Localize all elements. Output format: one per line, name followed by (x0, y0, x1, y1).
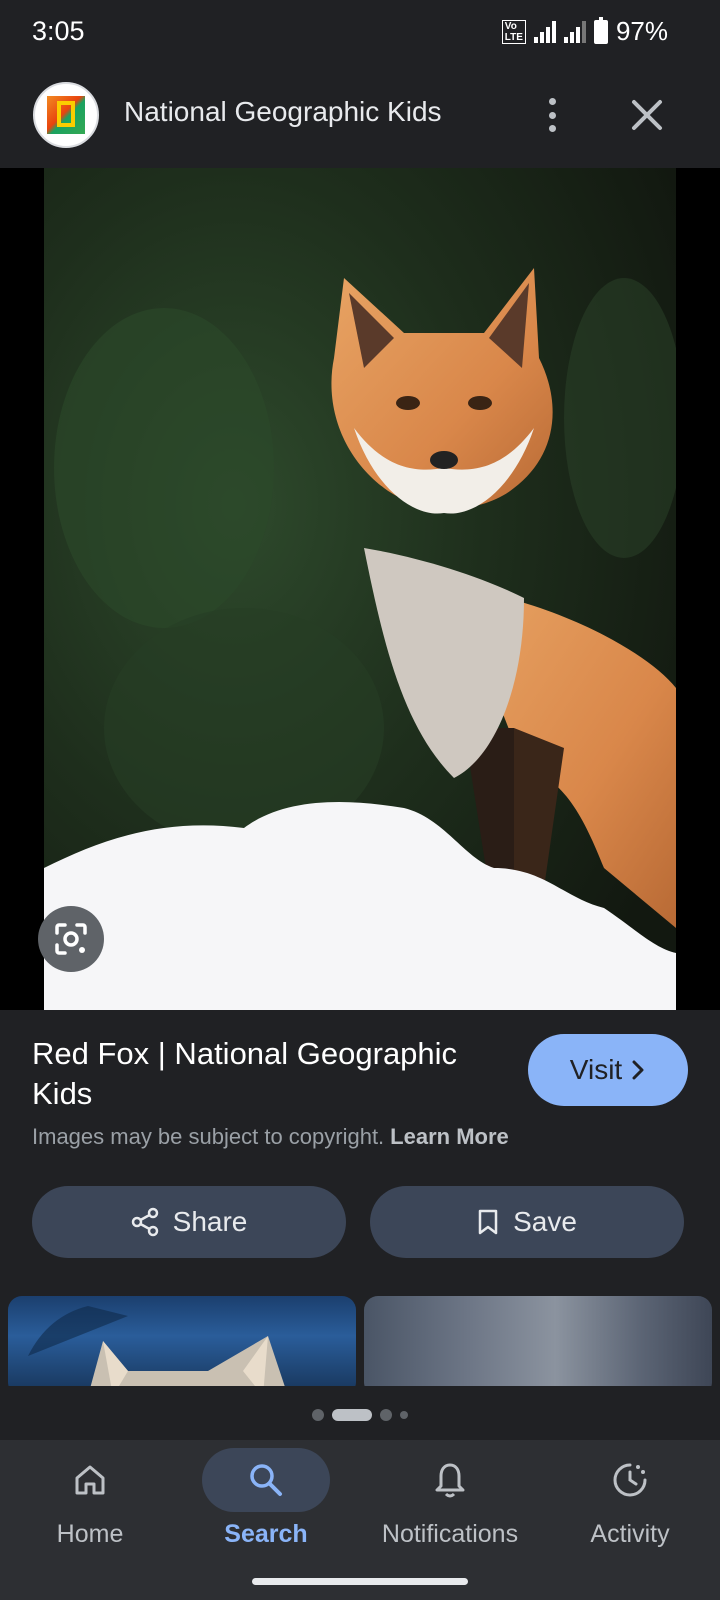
copyright-text: Images may be subject to copyright. (32, 1124, 385, 1149)
share-icon (131, 1207, 158, 1237)
home-icon (75, 1465, 105, 1495)
bookmark-icon (478, 1209, 498, 1235)
related-image[interactable] (8, 1296, 356, 1386)
nav-home[interactable]: Home (0, 1440, 180, 1570)
nav-activity-label: Activity (590, 1520, 670, 1548)
home-indicator (252, 1578, 468, 1585)
page-dot (312, 1409, 324, 1421)
more-vert-icon[interactable] (536, 94, 568, 136)
nav-search[interactable]: Search (176, 1440, 356, 1570)
nav-home-label: Home (56, 1520, 124, 1548)
nav-search-label: Search (224, 1520, 308, 1548)
result-title[interactable]: Red Fox | National Geographic Kids (32, 1034, 502, 1114)
copyright-notice: Images may be subject to copyright. Learn… (32, 1124, 509, 1150)
bottom-navigation: Home Search Notifications Activity (0, 1440, 720, 1600)
share-button[interactable]: Share (32, 1186, 346, 1258)
battery-icon (593, 16, 608, 44)
bell-icon (435, 1463, 465, 1498)
nav-notifications-label: Notifications (381, 1520, 519, 1548)
site-name[interactable]: National Geographic Kids (124, 96, 442, 128)
image-viewer[interactable] (0, 168, 720, 1010)
battery-level: 97% (615, 16, 668, 46)
visit-button[interactable]: Visit (528, 1034, 688, 1106)
related-image[interactable] (364, 1296, 712, 1386)
visit-label: Visit (569, 1054, 623, 1085)
save-button[interactable]: Save (370, 1186, 684, 1258)
status-time: 3:05 (32, 16, 85, 46)
volte-icon: Vo LTE (501, 19, 526, 44)
natgeo-frame-icon (57, 101, 75, 127)
search-icon (250, 1464, 282, 1496)
status-icons: Vo LTE 97% (501, 16, 668, 47)
pagination-dots (0, 1400, 720, 1430)
related-images (0, 1296, 720, 1386)
google-lens-icon[interactable] (38, 906, 104, 972)
nav-activity[interactable]: Activity (540, 1440, 720, 1570)
status-bar: 3:05 Vo LTE 97% (0, 0, 720, 66)
signal-2-icon (563, 20, 586, 43)
page-dot (400, 1411, 408, 1419)
signal-icon (533, 20, 556, 43)
save-label: Save (513, 1206, 577, 1237)
red-fox-photo (44, 168, 676, 1010)
activity-icon (613, 1463, 647, 1497)
viewer-header: National Geographic Kids (0, 66, 720, 168)
nav-notifications[interactable]: Notifications (360, 1440, 540, 1570)
chevron-right-icon (632, 1060, 644, 1080)
site-logo[interactable] (33, 82, 99, 148)
share-label: Share (172, 1206, 248, 1237)
learn-more-link[interactable]: Learn More (390, 1124, 509, 1149)
close-icon[interactable] (628, 96, 666, 134)
page-dot (380, 1409, 392, 1421)
page-dot-active (332, 1409, 372, 1421)
